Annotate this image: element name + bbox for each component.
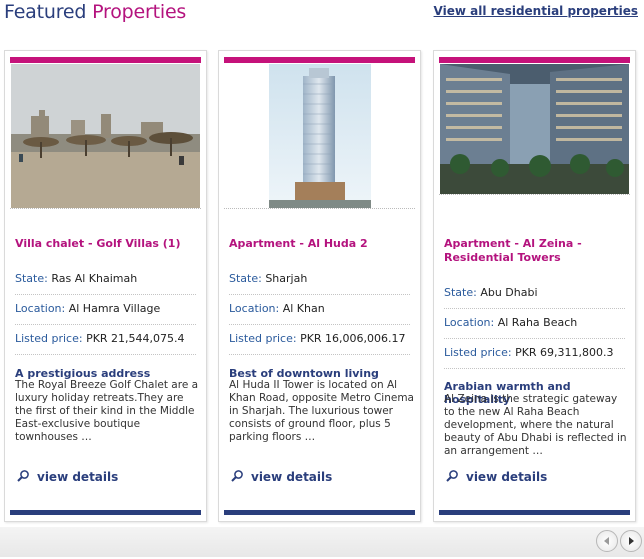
card-top-bar [439, 57, 630, 63]
description-text: Al Huda II Tower is located on Al Khan R… [229, 379, 414, 443]
state-row: State: Ras Al Khaimah [15, 264, 196, 295]
section-title-part1: Featured [4, 1, 93, 23]
view-details-label: view details [251, 470, 333, 484]
location-label: Location: [444, 316, 498, 329]
property-image[interactable] [439, 64, 630, 195]
price-value: PKR 69,311,800.3 [515, 346, 614, 359]
villa-photo [11, 64, 200, 208]
price-row: Listed price: PKR 69,311,800.3 [444, 338, 625, 369]
price-label: Listed price: [15, 332, 87, 345]
magnifier-icon [446, 470, 458, 482]
price-label: Listed price: [229, 332, 301, 345]
location-row: Location: Al Raha Beach [444, 308, 625, 339]
state-row: State: Sharjah [229, 264, 410, 295]
left-arrow-icon [604, 537, 609, 545]
view-details-link[interactable]: view details [229, 469, 332, 484]
price-row: Listed price: PKR 16,006,006.17 [229, 324, 410, 355]
price-value: PKR 16,006,006.17 [300, 332, 406, 345]
view-details-label: view details [37, 470, 119, 484]
location-label: Location: [229, 302, 283, 315]
card-bottom-bar [10, 510, 201, 515]
location-row: Location: Al Khan [229, 294, 410, 325]
property-card: Apartment - Al Huda 2 State: Sharjah Loc… [218, 50, 421, 522]
section-title: Featured Properties [4, 0, 186, 24]
location-label: Location: [15, 302, 69, 315]
view-details-label: view details [466, 470, 548, 484]
view-details-link[interactable]: view details [15, 469, 118, 484]
state-label: State: [444, 286, 481, 299]
property-cards: Villa chalet - Golf Villas (1) State: Ra… [4, 50, 640, 522]
location-value: Al Khan [282, 302, 325, 315]
state-value: Abu Dhabi [480, 286, 538, 299]
carousel-footer [0, 527, 644, 557]
carousel-prev-button[interactable] [596, 530, 618, 552]
state-value: Sharjah [265, 272, 308, 285]
description-text: Al Zeina is the strategic gateway to the… [444, 393, 627, 457]
view-all-residential-link[interactable]: View all residential properties [434, 4, 638, 18]
card-top-bar [10, 57, 201, 63]
magnifier-icon [231, 470, 243, 482]
card-bottom-bar [224, 510, 415, 515]
price-label: Listed price: [444, 346, 516, 359]
magnifier-icon [17, 470, 29, 482]
towers-photo [440, 64, 629, 194]
price-value: PKR 21,544,075.4 [86, 332, 185, 345]
property-name[interactable]: Villa chalet - Golf Villas (1) [15, 237, 196, 251]
property-card: Villa chalet - Golf Villas (1) State: Ra… [4, 50, 207, 522]
property-image[interactable] [224, 64, 415, 209]
carousel-next-button[interactable] [620, 530, 642, 552]
location-value: Al Hamra Village [68, 302, 161, 315]
state-value: Ras Al Khaimah [51, 272, 138, 285]
property-card: Apartment - Al Zeina - Residential Tower… [433, 50, 636, 522]
property-name[interactable]: Apartment - Al Huda 2 [229, 237, 410, 251]
location-row: Location: Al Hamra Village [15, 294, 196, 325]
state-label: State: [15, 272, 52, 285]
price-row: Listed price: PKR 21,544,075.4 [15, 324, 196, 355]
state-label: State: [229, 272, 266, 285]
description-text: The Royal Breeze Golf Chalet are a luxur… [15, 379, 199, 443]
state-row: State: Abu Dhabi [444, 278, 625, 309]
view-details-link[interactable]: view details [444, 469, 547, 484]
card-bottom-bar [439, 510, 630, 515]
tower-photo [268, 64, 371, 208]
section-header: Featured Properties View all residential… [4, 0, 640, 30]
property-image[interactable] [10, 64, 201, 209]
section-title-part2: Properties [92, 1, 187, 23]
property-name[interactable]: Apartment - Al Zeina - Residential Tower… [444, 237, 625, 265]
right-arrow-icon [629, 537, 634, 545]
card-top-bar [224, 57, 415, 63]
location-value: Al Raha Beach [497, 316, 578, 329]
